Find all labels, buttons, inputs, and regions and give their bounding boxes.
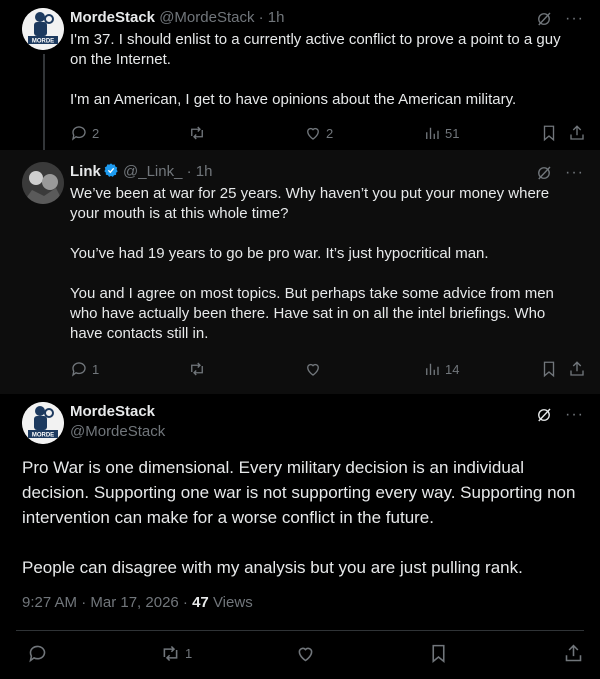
bookmark-button[interactable] (540, 124, 558, 142)
display-name[interactable]: Link (70, 163, 101, 180)
main-tweet-actions: 1 (0, 643, 600, 671)
thread-connector (43, 54, 45, 164)
repost-button[interactable]: 1 (160, 643, 192, 664)
conversation-thread: MORDE MordeStack @MordeStack · 1h ··· I'… (0, 0, 600, 679)
tweet-text: We’ve been at war for 25 years. Why have… (70, 184, 570, 344)
user-handle[interactable]: @MordeStack (159, 9, 254, 26)
like-icon (307, 363, 319, 376)
like-button[interactable]: 2 (304, 124, 333, 142)
tweet-text: I'm 37. I should enlist to a currently a… (70, 30, 570, 110)
reply-count: 2 (92, 125, 100, 141)
reply-icon (71, 362, 86, 377)
verified-badge-icon (104, 163, 118, 177)
bookmark-icon (543, 125, 555, 142)
like-button[interactable] (304, 360, 322, 378)
avatar-logo-icon: MORDE (22, 8, 64, 50)
more-icon[interactable]: ··· (565, 165, 584, 181)
reply-button[interactable]: 1 (70, 360, 99, 378)
avatar-link[interactable] (22, 162, 64, 204)
reply-button[interactable]: 2 (70, 124, 99, 142)
svg-text:MORDE: MORDE (32, 39, 54, 45)
avatar-logo-icon: MORDE (22, 402, 64, 444)
share-button[interactable] (563, 643, 584, 664)
main-tweet: MORDE MordeStack @MordeStack ··· Pro War… (0, 394, 600, 679)
repost-count: 1 (185, 646, 193, 661)
tweet-1[interactable]: MORDE MordeStack @MordeStack · 1h ··· I'… (0, 0, 600, 164)
tweet-paragraph: People can disagree with my analysis but… (22, 558, 523, 577)
tweet-top-icons: ··· (535, 10, 584, 28)
tweet-paragraph: I'm 37. I should enlist to a currently a… (70, 31, 561, 68)
more-icon[interactable]: ··· (565, 11, 584, 27)
grok-icon[interactable] (535, 164, 553, 182)
repost-icon (163, 645, 178, 662)
reply-count: 1 (92, 361, 100, 377)
views-button[interactable]: 51 (423, 124, 459, 142)
like-icon (307, 127, 319, 140)
tweet-metadata: 9:27 AM · Mar 17, 2026 · 47 Views (22, 594, 253, 611)
grok-icon[interactable] (535, 10, 553, 28)
share-button[interactable] (568, 124, 586, 142)
repost-icon (191, 362, 203, 376)
tweet-paragraph: Pro War is one dimensional. Every milita… (22, 458, 576, 527)
reply-icon (71, 126, 86, 141)
share-icon (570, 361, 584, 376)
reply-button[interactable] (27, 643, 48, 664)
tweet-paragraph: You and I agree on most topics. But perh… (70, 285, 554, 342)
main-tweet-header: MordeStack @MordeStack (70, 402, 165, 442)
reply-icon (29, 645, 46, 663)
tweet-paragraph: You’ve had 19 years to go be pro war. It… (70, 245, 489, 262)
share-icon (570, 125, 584, 140)
share-button[interactable] (568, 360, 586, 378)
views-button[interactable]: 14 (423, 360, 459, 378)
avatar-photo-icon (22, 162, 64, 204)
views-icon (426, 363, 439, 375)
like-button[interactable] (295, 643, 316, 664)
share-icon (565, 644, 582, 662)
avatar-mordestack[interactable]: MORDE (22, 402, 64, 444)
view-count: 51 (445, 125, 460, 141)
tweet-paragraph: We’ve been at war for 25 years. Why have… (70, 185, 550, 222)
like-icon (298, 647, 313, 662)
tweet-paragraph: I'm an American, I get to have opinions … (70, 91, 517, 108)
tweet-header: Link @_Link_ · 1h (70, 162, 212, 182)
views-label: Views (208, 594, 253, 611)
display-name[interactable]: MordeStack (70, 402, 165, 422)
repost-icon (191, 126, 203, 140)
tweet-2[interactable]: Link @_Link_ · 1h ··· We’ve been at war … (0, 150, 600, 394)
bookmark-button[interactable] (428, 643, 449, 664)
bookmark-button[interactable] (540, 360, 558, 378)
tweet-time[interactable]: · 1h (259, 9, 285, 26)
tweet-top-icons: ··· (535, 164, 584, 182)
main-tweet-text: Pro War is one dimensional. Every milita… (22, 455, 580, 580)
user-handle[interactable]: @MordeStack (70, 422, 165, 442)
display-name[interactable]: MordeStack (70, 9, 155, 26)
repost-button[interactable] (188, 360, 206, 378)
grok-icon[interactable] (535, 406, 553, 424)
more-icon[interactable]: ··· (565, 407, 584, 423)
repost-button[interactable] (188, 124, 206, 142)
tweet-actions: 2 2 51 (70, 124, 586, 144)
bookmark-icon (543, 361, 555, 378)
tweet-top-icons: ··· (535, 406, 584, 424)
avatar-mordestack[interactable]: MORDE (22, 8, 64, 50)
divider (16, 630, 584, 631)
like-count: 2 (326, 125, 334, 141)
views-count: 47 (192, 594, 209, 611)
tweet-actions: 1 14 (70, 360, 586, 380)
views-icon (426, 127, 439, 139)
tweet-time[interactable]: · 1h (187, 163, 213, 180)
svg-text:MORDE: MORDE (32, 433, 54, 439)
bookmark-icon (432, 644, 445, 664)
tweet-header: MordeStack @MordeStack · 1h (70, 8, 285, 28)
view-count: 14 (445, 361, 460, 377)
user-handle[interactable]: @_Link_ (123, 163, 182, 180)
timestamp[interactable]: 9:27 AM · Mar 17, 2026 · (22, 594, 192, 611)
